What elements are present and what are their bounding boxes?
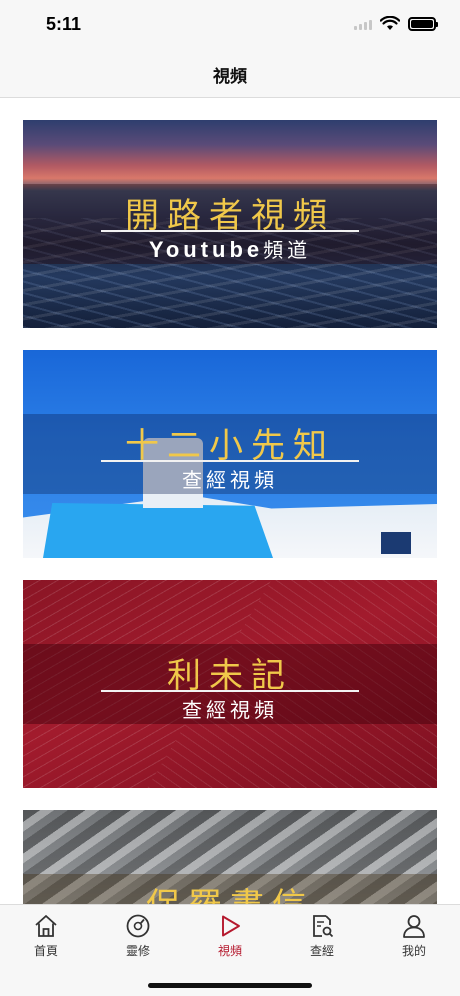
card-divider — [101, 460, 359, 462]
tab-devotion[interactable]: 靈修 — [92, 905, 184, 965]
cellular-signal-icon — [354, 18, 372, 30]
tab-profile[interactable]: 我的 — [368, 905, 460, 965]
card-divider — [101, 690, 359, 692]
card-banner: 利未記 查經視頻 — [23, 644, 437, 724]
card-subtitle: 查經視頻 — [182, 698, 278, 722]
tab-bar: 首頁 靈修 視頻 查經 我的 — [0, 904, 460, 996]
status-time: 5:11 — [46, 14, 82, 34]
video-card-minor-prophets[interactable]: 十二小先知 查經視頻 — [23, 350, 437, 558]
card-subtitle-text: 頻道 — [263, 238, 312, 262]
home-icon — [35, 915, 57, 937]
card-title: 保羅書信 — [23, 878, 437, 904]
tab-label: 靈修 — [125, 944, 150, 958]
card-subtitle-prefix: Youtube — [148, 237, 264, 262]
tab-videos[interactable]: 視頻 — [184, 905, 276, 965]
card-subtitle: Youtube頻道 — [23, 234, 437, 263]
wifi-icon — [380, 16, 400, 30]
tab-label: 查經 — [309, 944, 334, 958]
tab-label: 視頻 — [217, 944, 242, 958]
play-icon — [222, 915, 240, 937]
card-banner: 保羅書信 — [23, 874, 437, 904]
navigation-bar: 視頻 — [0, 52, 460, 98]
tab-bible-study[interactable]: 查經 — [276, 905, 368, 965]
compass-icon — [126, 914, 150, 938]
search-document-icon — [313, 915, 334, 938]
home-indicator — [148, 983, 312, 988]
card-banner: 十二小先知 查經視頻 — [23, 414, 437, 494]
card-divider — [101, 230, 359, 232]
card-banner: 開路者視頻 Youtube頻道 — [23, 184, 437, 264]
video-list[interactable]: 開路者視頻 Youtube頻道 十二小先知 查經視頻 利未記 查經視頻 保羅書信 — [0, 98, 460, 904]
battery-icon — [408, 16, 438, 31]
status-icons — [354, 16, 438, 31]
status-bar: 5:11 — [0, 0, 460, 52]
video-card-pathfinder[interactable]: 開路者視頻 Youtube頻道 — [23, 120, 437, 328]
person-icon — [403, 915, 425, 938]
card-subtitle: 查經視頻 — [182, 468, 278, 492]
tab-label: 首頁 — [33, 944, 58, 958]
tab-label: 我的 — [401, 944, 426, 958]
video-card-leviticus[interactable]: 利未記 查經視頻 — [23, 580, 437, 788]
video-card-pauline-epistles[interactable]: 保羅書信 — [23, 810, 437, 904]
tab-home[interactable]: 首頁 — [0, 905, 92, 965]
page-title: 視頻 — [213, 67, 247, 87]
